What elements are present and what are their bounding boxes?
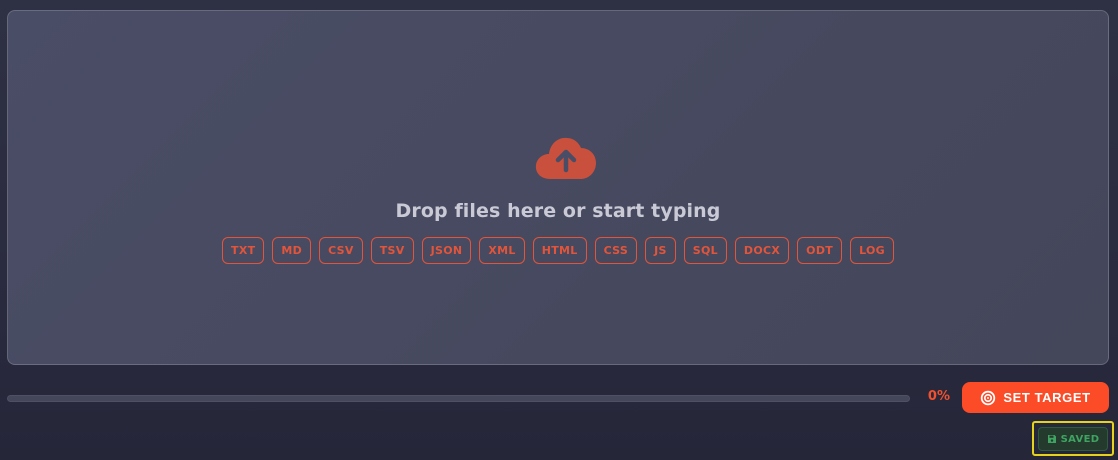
saved-status-badge: SAVED — [1038, 427, 1108, 451]
file-format-chip-csv[interactable]: CSV — [319, 237, 363, 264]
file-format-chip-odt[interactable]: ODT — [797, 237, 843, 264]
file-format-chip-txt[interactable]: TXT — [222, 237, 265, 264]
file-format-chip-html[interactable]: HTML — [532, 237, 587, 264]
save-icon — [1047, 435, 1056, 443]
file-format-chip-tsv[interactable]: TSV — [370, 237, 414, 264]
file-format-chip-xml[interactable]: XML — [479, 237, 525, 264]
saved-status-label: SAVED — [1060, 433, 1100, 445]
file-format-chip-sql[interactable]: SQL — [683, 237, 727, 264]
file-format-chip-json[interactable]: JSON — [421, 237, 472, 264]
file-format-list: TXT MD CSV TSV JSON XML HTML CSS JS SQL DOCX ODT LOG — [8, 237, 1108, 264]
target-progress-percent: 0% — [927, 389, 950, 404]
file-format-chip-css[interactable]: CSS — [594, 237, 638, 264]
file-drop-zone[interactable]: Drop files here or start typing TXT MD CSV… — [7, 10, 1109, 365]
target-progress-bar — [7, 395, 910, 402]
file-format-chip-md[interactable]: MD — [272, 237, 312, 264]
file-format-chip-log[interactable]: LOG — [850, 237, 894, 264]
set-target-label: SET TARGET — [1003, 390, 1091, 405]
cloud-upload-icon — [535, 137, 596, 179]
file-format-chip-docx[interactable]: DOCX — [734, 237, 790, 264]
target-icon — [981, 390, 996, 405]
drop-zone-title: Drop files here or start typing — [395, 200, 721, 222]
set-target-button[interactable]: SET TARGET — [962, 382, 1109, 413]
file-format-chip-js[interactable]: JS — [645, 237, 676, 264]
